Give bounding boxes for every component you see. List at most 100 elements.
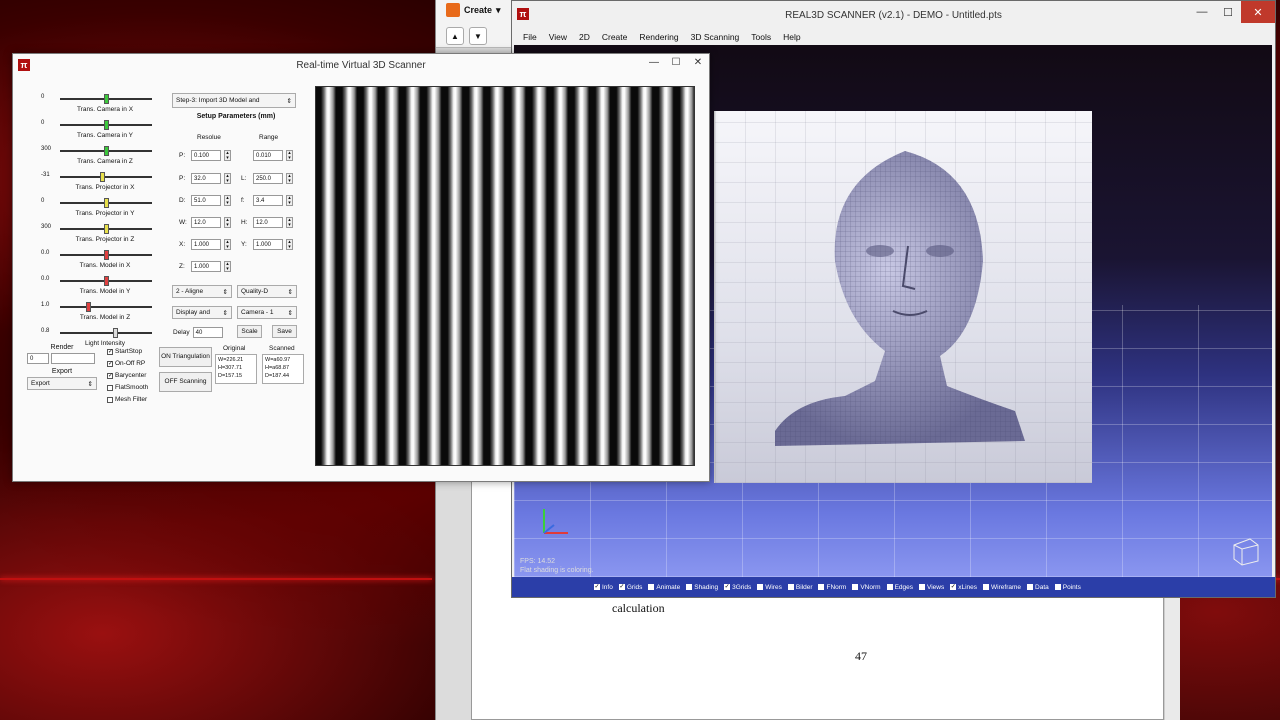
option-checkbox[interactable]: ✓ StartStop xyxy=(107,346,148,358)
menu-help[interactable]: Help xyxy=(783,32,800,42)
menu-2d[interactable]: 2D xyxy=(579,32,590,42)
checkbox-icon[interactable]: ✓ xyxy=(107,349,113,355)
checkbox-icon[interactable] xyxy=(1027,584,1034,590)
menu-tools[interactable]: Tools xyxy=(751,32,771,42)
create-menu[interactable]: Create ▾ xyxy=(446,2,501,18)
step-select[interactable]: Step-3: Import 3D Model and ⇕ xyxy=(172,93,296,108)
slider-track[interactable] xyxy=(60,250,152,260)
checkbox-icon[interactable] xyxy=(648,584,655,590)
spin-arrows-icon[interactable]: ▴ ▾ xyxy=(224,239,231,250)
display-toggle[interactable]: Bilder xyxy=(787,584,812,591)
spin-arrows-icon[interactable]: ▴ ▾ xyxy=(224,195,231,206)
checkbox-icon[interactable] xyxy=(787,584,794,590)
slider-track[interactable] xyxy=(60,94,152,104)
slider-thumb[interactable] xyxy=(104,250,109,260)
checkbox-icon[interactable] xyxy=(919,584,926,590)
spin-arrows-icon[interactable]: ▴ ▾ xyxy=(286,173,293,184)
option-checkbox[interactable]: Mesh Filter xyxy=(107,394,148,406)
display-toggle[interactable]: Wireframe xyxy=(983,584,1021,591)
display-toggle[interactable]: ✓ Grids xyxy=(618,584,642,591)
param-input[interactable]: 32.0 xyxy=(191,173,221,184)
slider-track[interactable] xyxy=(60,224,152,234)
close-icon[interactable]: ✕ xyxy=(1241,1,1275,23)
scale-button[interactable]: Scale xyxy=(237,325,262,338)
scanner-titlebar[interactable]: π Real-time Virtual 3D Scanner — ☐ ✕ xyxy=(13,54,709,76)
checkbox-icon[interactable]: ✓ xyxy=(107,373,113,379)
slider-thumb[interactable] xyxy=(104,276,109,286)
slider-thumb[interactable] xyxy=(99,172,105,182)
param-input[interactable]: 1.000 xyxy=(191,239,221,250)
spin-arrows-icon[interactable]: ▴ ▾ xyxy=(224,150,231,161)
view-cube-icon[interactable] xyxy=(1230,535,1262,567)
real3d-titlebar[interactable]: π REAL3D SCANNER (v2.1) - DEMO - Untitle… xyxy=(512,1,1275,29)
param-input[interactable]: 12.0 xyxy=(253,217,283,228)
display-select[interactable]: Display and ⇕ xyxy=(172,306,232,319)
display-toggle[interactable]: Edges xyxy=(886,584,913,591)
maximize-icon[interactable]: ☐ xyxy=(1215,1,1241,23)
checkbox-icon[interactable] xyxy=(818,584,825,590)
checkbox-icon[interactable] xyxy=(983,584,990,590)
slider-track[interactable] xyxy=(60,146,152,156)
option-checkbox[interactable]: ✓ Barycenter xyxy=(107,370,148,382)
param-input[interactable]: 1.000 xyxy=(191,261,221,272)
slider-track[interactable] xyxy=(60,276,152,286)
spin-arrows-icon[interactable]: ▴ ▾ xyxy=(286,195,293,206)
menu-rendering[interactable]: Rendering xyxy=(639,32,678,42)
display-toggle[interactable]: Animate xyxy=(648,584,680,591)
spin-arrows-icon[interactable]: ▴ ▾ xyxy=(286,239,293,250)
render-value-field[interactable]: 0 xyxy=(27,353,49,364)
menu-create[interactable]: Create xyxy=(602,32,628,42)
param-input[interactable]: 3.4 xyxy=(253,195,283,206)
display-toggle[interactable]: Data xyxy=(1027,584,1049,591)
checkbox-icon[interactable] xyxy=(107,385,113,391)
param-input[interactable]: 0.100 xyxy=(191,150,221,161)
checkbox-icon[interactable] xyxy=(757,584,764,590)
checkbox-icon[interactable]: ✓ xyxy=(618,584,625,590)
minimize-icon[interactable]: — xyxy=(643,54,665,70)
align-select[interactable]: 2 - Aligne ⇕ xyxy=(172,285,232,298)
display-toggle[interactable]: VNorm xyxy=(852,584,881,591)
checkbox-icon[interactable] xyxy=(686,584,693,590)
display-toggle[interactable]: FNorm xyxy=(818,584,846,591)
menu-view[interactable]: View xyxy=(549,32,567,42)
param-input[interactable]: 12.0 xyxy=(191,217,221,228)
export-select[interactable]: Export ⇕ xyxy=(27,377,97,390)
param-input[interactable]: 250.0 xyxy=(253,173,283,184)
slider-thumb[interactable] xyxy=(86,302,92,312)
display-toggle[interactable]: Wires xyxy=(757,584,782,591)
checkbox-icon[interactable]: ✓ xyxy=(107,361,113,367)
spin-arrows-icon[interactable]: ▴ ▾ xyxy=(286,150,293,161)
menu-file[interactable]: File xyxy=(523,32,537,42)
page-up-icon[interactable]: ▲ xyxy=(446,27,464,45)
delay-field[interactable]: 40 xyxy=(192,327,223,338)
slider-thumb[interactable] xyxy=(104,120,109,130)
checkbox-icon[interactable]: ✓ xyxy=(594,584,600,590)
param-input[interactable]: 51.0 xyxy=(191,195,221,206)
display-toggle[interactable]: Views xyxy=(919,584,944,591)
checkbox-icon[interactable] xyxy=(107,397,113,403)
maximize-icon[interactable]: ☐ xyxy=(665,54,687,70)
triangulation-button[interactable]: ON Triangulation xyxy=(159,347,212,367)
minimize-icon[interactable]: — xyxy=(1189,1,1215,23)
checkbox-icon[interactable]: ✓ xyxy=(950,584,957,590)
spin-arrows-icon[interactable]: ▴ ▾ xyxy=(286,217,293,228)
display-toggle[interactable]: Points xyxy=(1054,584,1081,591)
checkbox-icon[interactable] xyxy=(1054,584,1061,590)
scanning-button[interactable]: OFF Scanning xyxy=(159,372,212,392)
spin-arrows-icon[interactable]: ▴ ▾ xyxy=(224,217,231,228)
display-toggle[interactable]: Shading xyxy=(686,584,718,591)
param-input[interactable]: 0.010 xyxy=(253,150,283,161)
quality-select[interactable]: Quality-D ⇕ xyxy=(237,285,297,298)
display-toggle[interactable]: ✓ 3Grids xyxy=(724,584,751,591)
spin-arrows-icon[interactable]: ▴ ▾ xyxy=(224,261,231,272)
slider-thumb[interactable] xyxy=(104,146,109,156)
close-icon[interactable]: ✕ xyxy=(687,54,709,70)
menu-3d-scanning[interactable]: 3D Scanning xyxy=(691,32,740,42)
checkbox-icon[interactable] xyxy=(852,584,859,590)
slider-track[interactable] xyxy=(60,328,152,338)
slider-track[interactable] xyxy=(60,172,152,182)
spin-arrows-icon[interactable]: ▴ ▾ xyxy=(224,173,231,184)
checkbox-icon[interactable] xyxy=(886,584,893,590)
page-down-icon[interactable]: ▼ xyxy=(469,27,487,45)
slider-thumb[interactable] xyxy=(104,224,109,234)
